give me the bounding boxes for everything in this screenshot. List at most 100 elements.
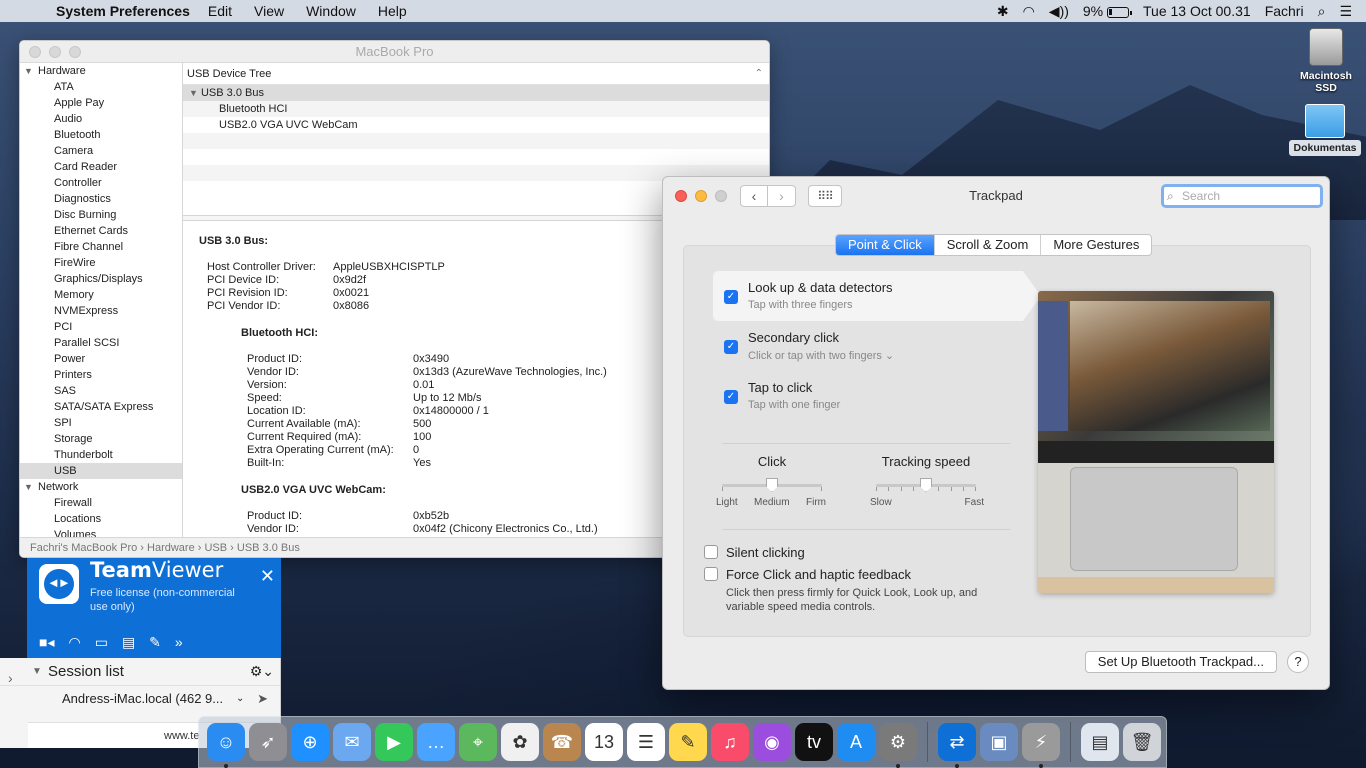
sidebar-item-firewall[interactable]: Firewall (20, 495, 182, 511)
dock-preview-icon[interactable]: ▣ (980, 723, 1018, 761)
disclosure-triangle-icon[interactable]: ▼ (32, 666, 42, 677)
dock-messages-icon[interactable]: … (417, 723, 455, 761)
dock-launchpad-icon[interactable]: ➶ (249, 723, 287, 761)
tracking-speed-slider-thumb[interactable] (920, 478, 932, 492)
disclosure-triangle-icon[interactable]: ▼ (24, 479, 38, 495)
menu-window[interactable]: Window (306, 3, 356, 19)
sidebar-item-pci[interactable]: PCI (20, 319, 182, 335)
dock-teamviewer-icon[interactable]: ⇄ (938, 723, 976, 768)
disclosure-triangle-icon[interactable]: ▼ (189, 88, 198, 98)
file-icon[interactable]: ▤ (122, 634, 135, 651)
sidebar-item-audio[interactable]: Audio (20, 111, 182, 127)
sidebar-item-power[interactable]: Power (20, 351, 182, 367)
tree-column-header[interactable]: USB Device Tree ⌃ (183, 63, 769, 85)
dock-photos-icon[interactable]: ✿ (501, 723, 539, 761)
dock-system-information-icon[interactable]: ⚡ (1022, 723, 1060, 768)
sidebar-item-locations[interactable]: Locations (20, 511, 182, 527)
sidebar-item-spi[interactable]: SPI (20, 415, 182, 431)
sidebar-item-disc-burning[interactable]: Disc Burning (20, 207, 182, 223)
sidebar-item-graphics-displays[interactable]: Graphics/Displays (20, 271, 182, 287)
close-button[interactable] (29, 46, 41, 58)
help-button[interactable]: ? (1287, 651, 1309, 673)
spotlight-search-icon[interactable]: ⌕ (1318, 3, 1326, 20)
option-secondary-click[interactable]: ✓ Secondary click Click or tap with two … (713, 321, 1023, 371)
dock-reminders-icon[interactable]: ☰ (627, 723, 665, 761)
chat-icon[interactable]: ▭ (95, 634, 108, 651)
click-slider[interactable] (722, 478, 822, 492)
video-icon[interactable]: ■◂ (39, 634, 54, 651)
tree-row-webcam[interactable]: USB2.0 VGA UVC WebCam (183, 117, 769, 133)
dock-mail-icon[interactable]: ✉ (333, 723, 371, 761)
connect-cursor-icon[interactable]: ➤ (257, 686, 268, 712)
dock-facetime-icon[interactable]: ▶ (375, 723, 413, 761)
dock-music-icon[interactable]: ♫ (711, 723, 749, 761)
close-icon[interactable]: ✕ (260, 566, 275, 587)
desktop-icon-macintosh-ssd[interactable]: Macintosh SSD (1292, 28, 1360, 94)
clock[interactable]: Tue 13 Oct 00.31 (1143, 3, 1251, 19)
gear-icon[interactable]: ⚙⌄ (250, 663, 274, 680)
secondary-click-checkbox[interactable]: ✓ (724, 340, 738, 354)
app-menu[interactable]: System Preferences (56, 3, 190, 19)
sidebar-item-bluetooth[interactable]: Bluetooth (20, 127, 182, 143)
secondary-click-dropdown[interactable]: Click or tap with two fingers ⌄ (748, 349, 894, 362)
sidebar-item-fibre-channel[interactable]: Fibre Channel (20, 239, 182, 255)
sidebar-item-storage[interactable]: Storage (20, 431, 182, 447)
path-bar[interactable]: Fachri's MacBook Pro › Hardware › USB › … (20, 537, 769, 557)
dock-screenshot-folder-icon[interactable]: ▤ (1081, 723, 1119, 761)
sidebar-item-printers[interactable]: Printers (20, 367, 182, 383)
silent-clicking-option[interactable]: Silent clicking (704, 545, 805, 560)
sidebar-item-sata[interactable]: SATA/SATA Express (20, 399, 182, 415)
minimize-button[interactable] (49, 46, 61, 58)
dock-contacts-icon[interactable]: ☎ (543, 723, 581, 761)
tracking-speed-slider[interactable] (876, 478, 976, 492)
sidebar-item-sas[interactable]: SAS (20, 383, 182, 399)
menu-view[interactable]: View (254, 3, 284, 19)
sidebar-group-hardware[interactable]: ▼ Hardware (20, 63, 182, 79)
user-menu[interactable]: Fachri (1265, 3, 1304, 19)
option-look-up[interactable]: ✓ Look up & data detectors Tap with thre… (713, 271, 1041, 321)
force-click-option[interactable]: Force Click and haptic feedback (704, 567, 911, 582)
session-list-header[interactable]: ▼ Session list ⚙⌄ (0, 658, 280, 686)
dock-app-store-icon[interactable]: A (837, 723, 875, 761)
force-click-checkbox[interactable] (704, 567, 718, 581)
tree-row-bluetooth-hci[interactable]: Bluetooth HCI (183, 101, 769, 117)
sidebar-item-apple-pay[interactable]: Apple Pay (20, 95, 182, 111)
dock-safari-icon[interactable]: ⊕ (291, 723, 329, 761)
option-tap-to-click[interactable]: ✓ Tap to click Tap with one finger (713, 371, 1023, 421)
battery-status[interactable]: 9% (1083, 3, 1133, 19)
sidebar-item-usb[interactable]: USB (20, 463, 182, 479)
click-slider-thumb[interactable] (766, 478, 778, 492)
sidebar-item-card-reader[interactable]: Card Reader (20, 159, 182, 175)
sidebar-item-parallel-scsi[interactable]: Parallel SCSI (20, 335, 182, 351)
bluetooth-icon[interactable]: ✱ (997, 3, 1009, 20)
silent-clicking-checkbox[interactable] (704, 545, 718, 559)
wifi-icon[interactable]: ◠ (1023, 3, 1035, 20)
tab-scroll-zoom[interactable]: Scroll & Zoom (933, 235, 1041, 255)
sidebar-item-camera[interactable]: Camera (20, 143, 182, 159)
tab-more-gestures[interactable]: More Gestures (1040, 235, 1151, 255)
dock-podcasts-icon[interactable]: ◉ (753, 723, 791, 761)
menu-edit[interactable]: Edit (208, 3, 232, 19)
more-icon[interactable]: » (175, 634, 183, 651)
dock-tv-icon[interactable]: tv (795, 723, 833, 761)
zoom-button[interactable] (69, 46, 81, 58)
sidebar-item-ata[interactable]: ATA (20, 79, 182, 95)
sort-chevron-icon[interactable]: ⌃ (755, 63, 763, 85)
sidebar-item-firewire[interactable]: FireWire (20, 255, 182, 271)
search-input[interactable]: ⌕ Search (1161, 184, 1323, 208)
tab-point-click[interactable]: Point & Click (836, 235, 934, 255)
dock-notes-icon[interactable]: ✎ (669, 723, 707, 761)
menu-help[interactable]: Help (378, 3, 407, 19)
desktop-icon-dokumentas[interactable]: Dokumentas (1288, 104, 1362, 156)
sidebar-item-nvmexpress[interactable]: NVMExpress (20, 303, 182, 319)
dock-finder-icon[interactable]: ☺ (207, 723, 245, 768)
sidebar-item-diagnostics[interactable]: Diagnostics (20, 191, 182, 207)
notification-center-icon[interactable]: ☰ (1339, 3, 1352, 20)
chevron-down-icon[interactable]: ⌄ (236, 686, 244, 712)
sidebar-item-thunderbolt[interactable]: Thunderbolt (20, 447, 182, 463)
dock-trash-icon[interactable]: 🗑 (1123, 723, 1161, 761)
disclosure-triangle-icon[interactable]: ▼ (24, 63, 38, 79)
session-list-item[interactable]: Andress-iMac.local (462 9... ⌄ ➤ (0, 686, 280, 712)
dock-calendar-icon[interactable]: 13 (585, 723, 623, 761)
volume-icon[interactable]: ◀)) (1049, 3, 1069, 20)
